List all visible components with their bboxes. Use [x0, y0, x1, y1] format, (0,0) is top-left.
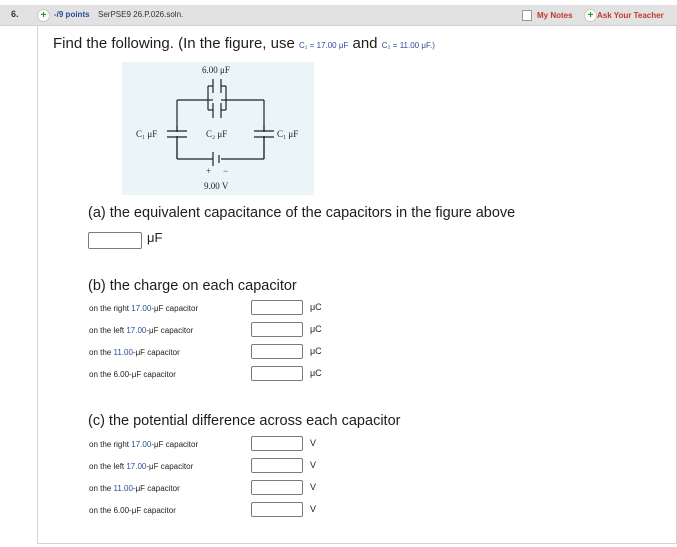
charge-unit: μC [310, 302, 322, 312]
battery-voltage-label: 9.00 V [204, 181, 229, 191]
prompt-intro: Find the following. (In the figure, use [53, 35, 295, 52]
circuit-figure: 6.00 μF C₁ μF C₂ μF C₁ μF 9.00 V + − [122, 62, 314, 195]
top-capacitor-label: 6.00 μF [202, 65, 230, 75]
part-a-heading: (a) the equivalent capacitance of the ca… [88, 205, 516, 221]
voltage-unit: V [310, 460, 317, 470]
charge-left-17uf-input[interactable] [251, 322, 303, 337]
left-capacitor-label: C₁ μF [136, 129, 157, 139]
c1-label: C₁ = [298, 41, 317, 50]
charge-row-label: on the left 17.00-μF capacitor [89, 326, 194, 335]
charge-unit: μC [310, 324, 322, 334]
part-c-heading: (c) the potential difference across each… [88, 413, 401, 429]
right-capacitor-label: C₁ μF [277, 129, 298, 139]
charge-unit: μC [310, 368, 322, 378]
charge-11uf-input[interactable] [251, 344, 303, 359]
voltage-right-17uf-input[interactable] [251, 436, 303, 451]
ask-teacher-plus-icon[interactable]: + [584, 9, 597, 22]
middle-capacitor-label: C₂ μF [206, 129, 227, 139]
voltage-row-label: on the left 17.00-μF capacitor [89, 462, 194, 471]
c1-unit: μF [336, 41, 349, 50]
battery-minus-sign: − [223, 166, 228, 176]
voltage-left-17uf-input[interactable] [251, 458, 303, 473]
c2-unit: μF.) [419, 41, 435, 50]
points-label: -/9 points [54, 10, 90, 19]
charge-unit: μC [310, 346, 322, 356]
question-header: 6. + -/9 points SerPSE9 26.P.026.soln. M… [0, 5, 677, 26]
voltage-row-label: on the right 17.00-μF capacitor [89, 440, 199, 449]
my-notes-link[interactable]: My Notes [537, 11, 573, 20]
voltage-unit: V [310, 482, 317, 492]
part-a-unit: μF [147, 230, 163, 245]
voltage-unit: V [310, 504, 317, 514]
c1-value: 17.00 [316, 41, 337, 50]
c2-value: 11.00 [399, 41, 420, 50]
equivalent-capacitance-input[interactable] [88, 232, 142, 249]
voltage-row-label: on the 6.00-μF capacitor [89, 506, 176, 515]
charge-6uf-input[interactable] [251, 366, 303, 381]
part-b-heading: (b) the charge on each capacitor [88, 278, 297, 294]
battery-plus-sign: + [206, 166, 211, 176]
prompt-and: and [352, 35, 382, 52]
my-notes-checkbox[interactable] [522, 10, 532, 21]
voltage-11uf-input[interactable] [251, 480, 303, 495]
source-label: SerPSE9 26.P.026.soln. [98, 10, 184, 19]
question-number: 6. [11, 9, 19, 19]
problem-prompt: Find the following. (In the figure, use … [53, 35, 435, 52]
charge-right-17uf-input[interactable] [251, 300, 303, 315]
expand-plus-icon[interactable]: + [37, 9, 50, 22]
c2-label: C₂ = [381, 41, 400, 50]
charge-row-label: on the 11.00-μF capacitor [89, 348, 180, 357]
voltage-row-label: on the 11.00-μF capacitor [89, 484, 180, 493]
ask-teacher-link[interactable]: Ask Your Teacher [597, 11, 664, 20]
voltage-unit: V [310, 438, 317, 448]
voltage-6uf-input[interactable] [251, 502, 303, 517]
circuit-diagram: 6.00 μF C₁ μF C₂ μF C₁ μF 9.00 V + − [136, 65, 298, 191]
charge-row-label: on the 6.00-μF capacitor [89, 370, 176, 379]
charge-row-label: on the right 17.00-μF capacitor [89, 304, 199, 313]
